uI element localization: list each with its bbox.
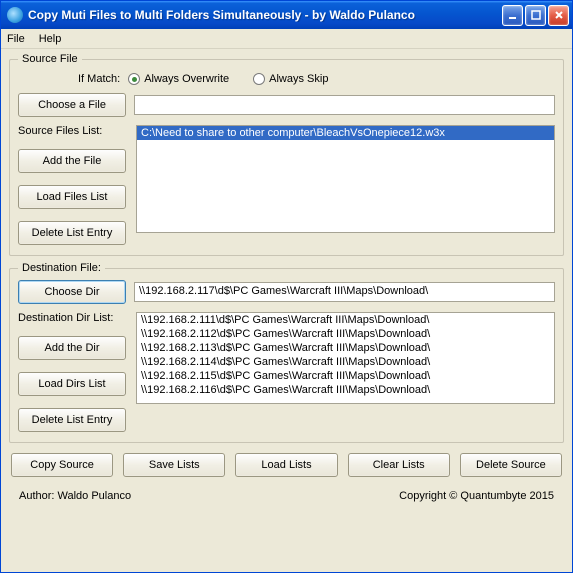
window-title: Copy Muti Files to Multi Folders Simulta… [28, 8, 502, 22]
radio-overwrite-label: Always Overwrite [144, 73, 229, 85]
choose-file-button[interactable]: Choose a File [18, 93, 126, 117]
copy-source-button[interactable]: Copy Source [11, 453, 113, 477]
radio-skip[interactable]: Always Skip [253, 73, 328, 85]
delete-dest-entry-button[interactable]: Delete List Entry [18, 408, 126, 432]
clear-lists-button[interactable]: Clear Lists [348, 453, 450, 477]
radio-overwrite-dot [128, 73, 140, 85]
dest-dirs-listbox[interactable]: \\192.168.2.111\d$\PC Games\Warcraft III… [136, 312, 555, 404]
source-files-listbox[interactable]: C:\Need to share to other computer\Bleac… [136, 125, 555, 233]
source-file-input[interactable] [134, 95, 555, 115]
load-lists-button[interactable]: Load Lists [235, 453, 337, 477]
maximize-button[interactable] [525, 5, 546, 26]
list-item[interactable]: \\192.168.2.114\d$\PC Games\Warcraft III… [137, 355, 554, 369]
list-item[interactable]: \\192.168.2.111\d$\PC Games\Warcraft III… [137, 313, 554, 327]
dest-dir-input[interactable]: \\192.168.2.117\d$\PC Games\Warcraft III… [134, 282, 555, 302]
app-window: Copy Muti Files to Multi Folders Simulta… [0, 0, 573, 573]
menu-help[interactable]: Help [39, 33, 62, 45]
add-file-button[interactable]: Add the File [18, 149, 126, 173]
add-dir-button[interactable]: Add the Dir [18, 336, 126, 360]
radio-skip-label: Always Skip [269, 73, 328, 85]
close-button[interactable] [548, 5, 569, 26]
list-item[interactable]: \\192.168.2.116\d$\PC Games\Warcraft III… [137, 383, 554, 397]
save-lists-button[interactable]: Save Lists [123, 453, 225, 477]
dest-legend: Destination File: [18, 262, 105, 274]
author-label: Author: Waldo Pulanco [19, 490, 131, 502]
source-legend: Source File [18, 53, 82, 65]
radio-skip-dot [253, 73, 265, 85]
list-item[interactable]: \\192.168.2.112\d$\PC Games\Warcraft III… [137, 327, 554, 341]
copyright-label: Copyright © Quantumbyte 2015 [399, 490, 554, 502]
delete-source-entry-button[interactable]: Delete List Entry [18, 221, 126, 245]
load-files-button[interactable]: Load Files List [18, 185, 126, 209]
app-icon [7, 7, 23, 23]
load-dirs-button[interactable]: Load Dirs List [18, 372, 126, 396]
list-item[interactable]: \\192.168.2.113\d$\PC Games\Warcraft III… [137, 341, 554, 355]
minimize-button[interactable] [502, 5, 523, 26]
list-item[interactable]: \\192.168.2.115\d$\PC Games\Warcraft III… [137, 369, 554, 383]
delete-source-button[interactable]: Delete Source [460, 453, 562, 477]
list-item[interactable]: C:\Need to share to other computer\Bleac… [137, 126, 554, 140]
footer: Author: Waldo Pulanco Copyright © Quantu… [9, 487, 564, 507]
source-file-group: Source File If Match: Always Overwrite A… [9, 53, 564, 256]
choose-dir-button[interactable]: Choose Dir [18, 280, 126, 304]
radio-overwrite[interactable]: Always Overwrite [128, 73, 229, 85]
menubar: File Help [1, 29, 572, 49]
destination-group: Destination File: Choose Dir \\192.168.2… [9, 262, 564, 443]
if-match-label: If Match: [78, 73, 120, 85]
dest-list-label: Destination Dir List: [18, 312, 126, 324]
source-list-label: Source Files List: [18, 125, 126, 137]
titlebar[interactable]: Copy Muti Files to Multi Folders Simulta… [1, 1, 572, 29]
bottom-toolbar: Copy Source Save Lists Load Lists Clear … [9, 449, 564, 481]
menu-file[interactable]: File [7, 33, 25, 45]
